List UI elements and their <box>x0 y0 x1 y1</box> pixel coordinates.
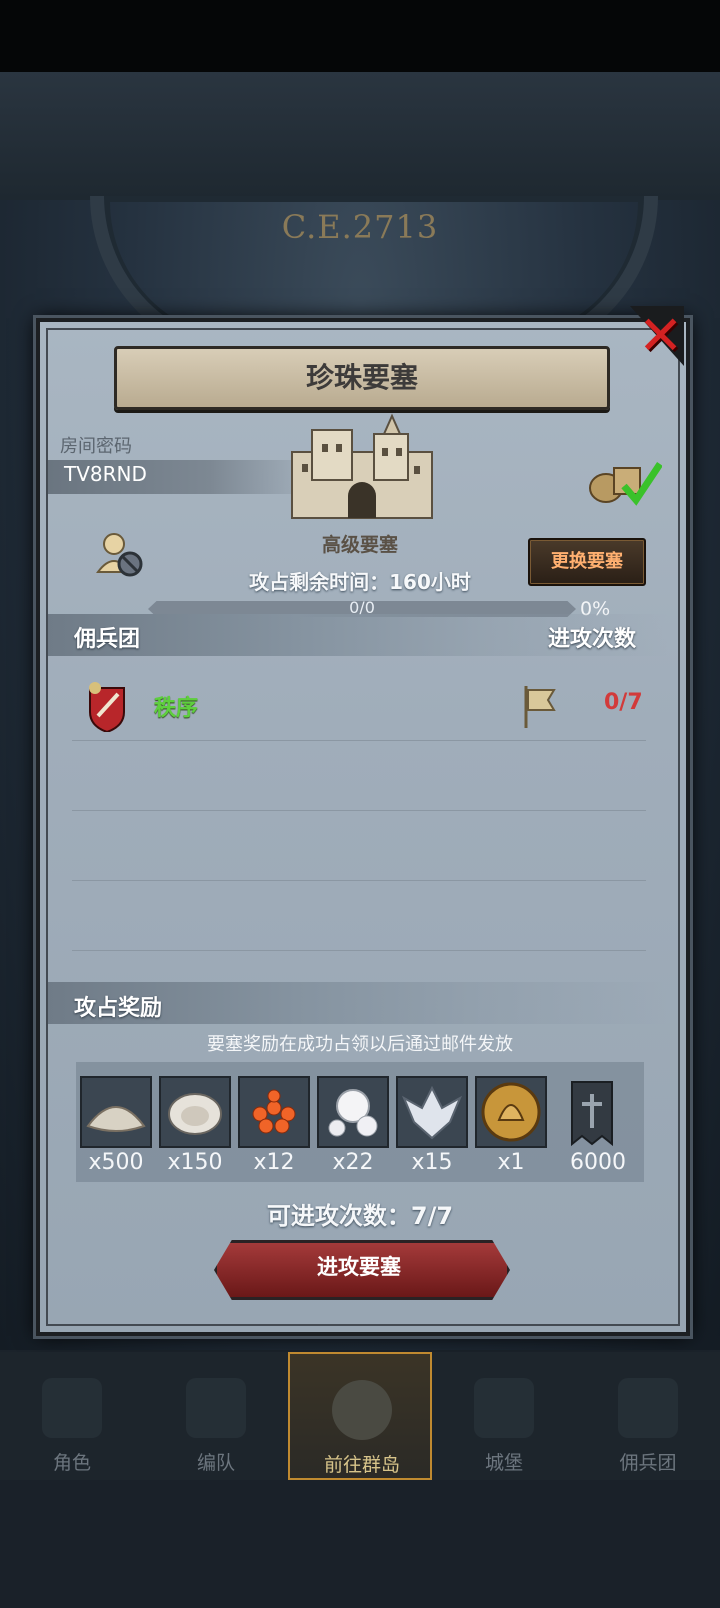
top-background <box>0 72 720 200</box>
nav-label: 编队 <box>196 1452 235 1474</box>
guild-banner-icon[interactable] <box>556 1076 628 1148</box>
character-icon <box>42 1378 102 1438</box>
fish-roe-icon[interactable] <box>238 1076 310 1148</box>
guild-header: 佣兵团 <box>74 627 141 652</box>
guild-shield-icon <box>89 682 125 732</box>
attacks-remaining: 可进攻次数：7/7 <box>266 1202 454 1230</box>
dialog-title: 珍珠要塞 <box>305 361 418 394</box>
nav-islands[interactable]: 前往群岛 <box>288 1352 432 1480</box>
era-label: C.E.2713 <box>281 208 439 246</box>
castle-nav-icon <box>474 1378 534 1438</box>
flag-icon <box>524 686 556 728</box>
nav-label: 城堡 <box>484 1452 523 1474</box>
nav-character[interactable]: 角色 <box>0 1352 144 1480</box>
row-divider <box>72 810 646 811</box>
attack-fortress-button-label[interactable]: 进攻要塞 <box>214 1240 504 1294</box>
status-bar <box>0 0 720 72</box>
guild-row[interactable] <box>48 672 668 744</box>
guild-nav-icon <box>618 1378 678 1438</box>
compass-icon <box>332 1380 392 1440</box>
nav-label: 佣兵团 <box>619 1452 677 1474</box>
reward-qty: x22 <box>332 1150 374 1175</box>
guild-attack-count: 0/7 <box>604 690 643 715</box>
nav-label: 角色 <box>52 1452 91 1474</box>
knight-helmet-medal-icon[interactable] <box>475 1076 547 1148</box>
row-divider <box>72 950 646 951</box>
attacks-header: 进攻次数 <box>548 627 637 652</box>
nav-label: 前往群岛 <box>323 1454 400 1476</box>
nav-formation[interactable]: 编队 <box>144 1352 288 1480</box>
helmet-icon <box>186 1378 246 1438</box>
close-icon[interactable]: ✕ <box>638 306 683 366</box>
nav-guild[interactable]: 佣兵团 <box>576 1352 720 1480</box>
capture-timer: 攻占剩余时间：160小时 <box>249 570 471 594</box>
nav-castle[interactable]: 城堡 <box>432 1352 576 1480</box>
reward-qty: x15 <box>411 1150 453 1175</box>
reward-qty: x150 <box>167 1150 223 1175</box>
room-password-label: 房间密码 <box>60 436 132 457</box>
oyster-icon[interactable] <box>159 1076 231 1148</box>
salt-pile-icon[interactable] <box>80 1076 152 1148</box>
bottom-background <box>0 1480 720 1608</box>
reward-qty: 6000 <box>570 1150 626 1175</box>
castle-icon <box>291 413 433 519</box>
winged-emblem-icon[interactable] <box>396 1076 468 1148</box>
reward-note: 要塞奖励在成功占领以后通过邮件发放 <box>207 1034 513 1055</box>
reward-qty: x12 <box>253 1150 295 1175</box>
guild-name[interactable]: 秩序 <box>154 690 198 722</box>
pearls-icon[interactable] <box>317 1076 389 1148</box>
row-divider <box>72 740 646 741</box>
row-divider <box>72 880 646 881</box>
room-code[interactable]: TV8RND <box>64 462 147 486</box>
reward-qty: x500 <box>88 1150 144 1175</box>
reward-qty: x1 <box>497 1150 525 1175</box>
reward-header: 攻占奖励 <box>74 996 163 1021</box>
loot-bag-check-icon[interactable] <box>584 456 662 508</box>
